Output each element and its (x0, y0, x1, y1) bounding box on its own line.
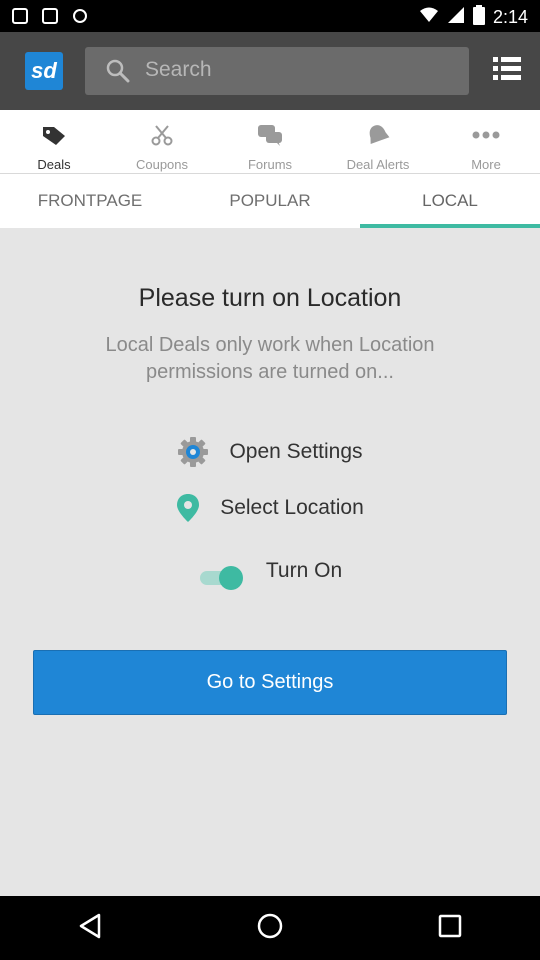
step-turn-on: Turn On (0, 550, 540, 592)
search-input[interactable] (145, 50, 460, 90)
go-to-settings-button[interactable]: Go to Settings (33, 650, 507, 715)
search-icon (105, 58, 131, 84)
list-menu-icon (493, 56, 521, 87)
subtab-frontpage[interactable]: FRONTPAGE (0, 174, 180, 228)
recents-button[interactable] (426, 904, 474, 952)
tab-label: Forums (247, 157, 293, 172)
subtab-popular[interactable]: POPULAR (180, 174, 360, 228)
sync-icon (70, 6, 90, 26)
tab-more[interactable]: More (432, 110, 540, 173)
step-select-location: Select Location (0, 494, 540, 522)
home-icon (255, 911, 285, 946)
signal-icon (447, 6, 465, 29)
tab-label: Deal Alerts (346, 157, 410, 172)
subtab-local[interactable]: LOCAL (360, 174, 540, 228)
step-label: Select Location (220, 496, 364, 519)
tab-deals[interactable]: Deals (0, 110, 108, 173)
back-button[interactable] (66, 904, 114, 952)
notification-icon (40, 6, 60, 26)
status-bar: 2:14 (0, 0, 540, 32)
tab-coupons[interactable]: Coupons (108, 110, 216, 173)
tab-label: More (471, 157, 501, 172)
battery-icon (472, 5, 485, 30)
step-open-settings: Open Settings (0, 436, 540, 468)
step-label: Turn On (265, 559, 343, 582)
map-pin-icon (176, 494, 200, 522)
recents-icon (435, 911, 465, 946)
page-title: Please turn on Location (138, 284, 402, 312)
bell-icon (364, 124, 392, 151)
main-tabs: Deals Coupons Forums Deal Alerts More (0, 110, 540, 174)
wifi-icon (419, 6, 439, 29)
scissors-icon (148, 124, 176, 151)
tab-label: Coupons (135, 157, 189, 172)
sub-tabs: FRONTPAGE POPULAR LOCAL (0, 174, 540, 228)
system-nav-bar (0, 896, 540, 960)
app-logo[interactable]: sd (25, 52, 63, 90)
toggle-icon (198, 562, 246, 592)
back-icon (75, 911, 105, 946)
tab-forums[interactable]: Forums (216, 110, 324, 173)
gear-icon (177, 436, 209, 468)
tab-deal-alerts[interactable]: Deal Alerts (324, 110, 432, 173)
tag-icon (40, 124, 68, 151)
home-button[interactable] (246, 904, 294, 952)
page-subtitle: Local Deals only work when Location perm… (105, 334, 435, 383)
tab-label: Deals (37, 157, 71, 172)
local-content: Please turn on Location Local Deals only… (0, 228, 540, 896)
step-label: Open Settings (229, 440, 363, 463)
menu-button[interactable] (488, 52, 526, 90)
status-time: 2:14 (492, 7, 528, 27)
notification-icon (10, 6, 30, 26)
chat-icon (256, 124, 284, 151)
more-dots-icon (472, 124, 500, 151)
